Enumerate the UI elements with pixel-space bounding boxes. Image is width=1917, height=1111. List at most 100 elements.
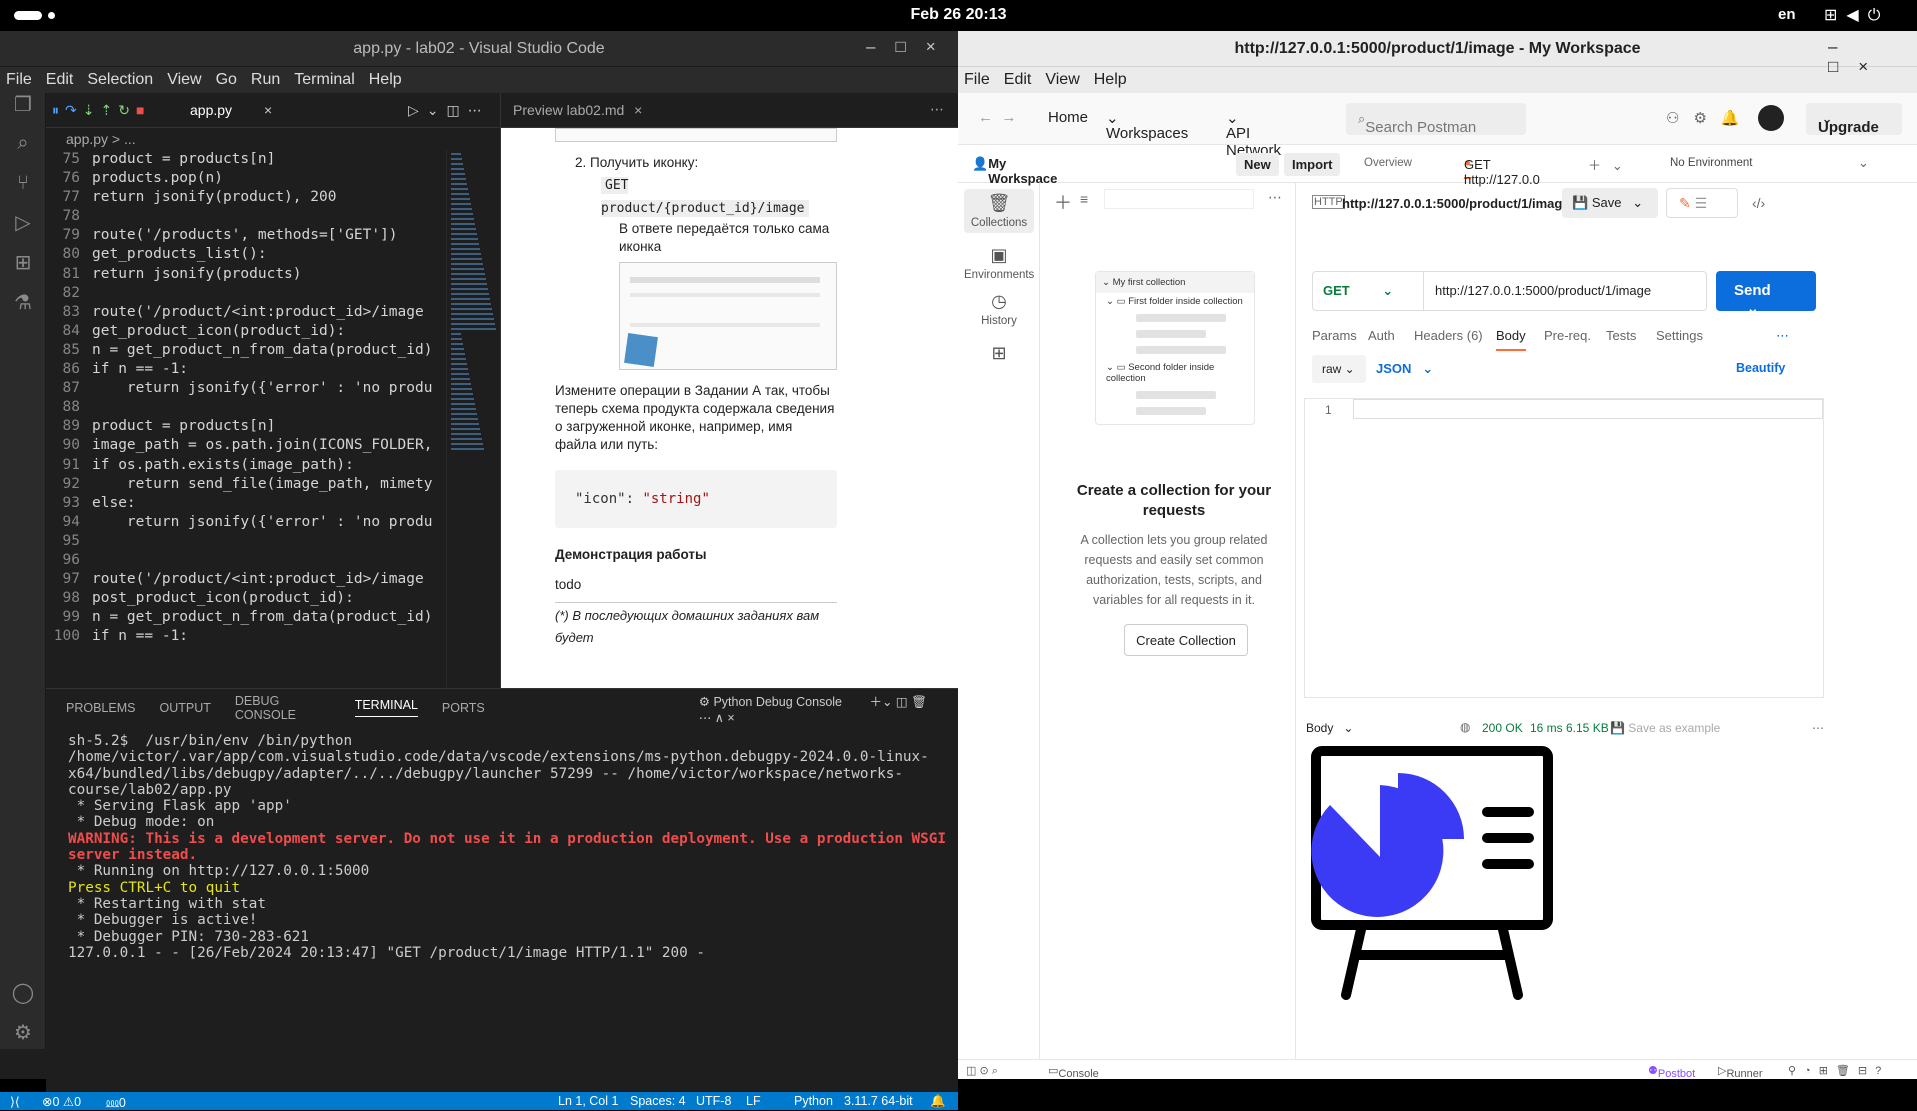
cursor-position[interactable]: Ln 1, Col 1: [558, 1094, 618, 1108]
footer-icons[interactable]: ◫ ⊙ ⌕: [966, 1064, 998, 1078]
testing-icon[interactable]: ⚗: [11, 291, 35, 315]
tab-request[interactable]: GET http://127.0.0 ●: [1464, 157, 1540, 187]
clock[interactable]: Feb 26 20:13: [0, 6, 1917, 24]
menu-go[interactable]: Go: [216, 71, 237, 89]
sidebar-item-collections[interactable]: 🗑 Collections: [964, 189, 1034, 233]
response-time[interactable]: 16 ms: [1530, 721, 1563, 735]
remote-icon[interactable]: ⟩⟨: [10, 1094, 20, 1109]
response-size[interactable]: 6.15 KB: [1566, 721, 1609, 735]
tab-headers[interactable]: Headers (6): [1414, 328, 1483, 343]
encoding[interactable]: UTF-8: [696, 1094, 731, 1108]
search-postman-input[interactable]: ⌕ Search Postman: [1346, 103, 1526, 136]
sidebar-item-environments[interactable]: ▣ Environments: [964, 245, 1034, 281]
search-icon[interactable]: ⌕: [11, 131, 35, 155]
tab-tests[interactable]: Tests: [1606, 328, 1636, 343]
more-actions-icon[interactable]: ⋯: [930, 101, 944, 118]
menu-edit[interactable]: Edit: [46, 71, 74, 89]
problems-count[interactable]: ⊗0 ⚠0: [42, 1094, 81, 1109]
env-dropdown-icon[interactable]: ⌄: [1858, 155, 1869, 171]
tab-prereq[interactable]: Pre-req.: [1544, 328, 1591, 343]
create-collection-button[interactable]: Create Collection: [1124, 624, 1248, 656]
explorer-icon[interactable]: ❐: [11, 93, 35, 117]
notifications-icon[interactable]: 🔔: [930, 1094, 946, 1109]
debug-toolbar[interactable]: ⏸↷⇣⇡↻■: [52, 102, 150, 119]
header-icons[interactable]: ⚇⚙🔔: [1666, 109, 1754, 127]
menu-help[interactable]: Help: [369, 71, 402, 89]
back-arrow-icon[interactable]: ← →: [978, 109, 1016, 126]
tab-output[interactable]: OUTPUT: [159, 701, 210, 715]
tab-auth[interactable]: Auth: [1368, 328, 1395, 343]
new-button[interactable]: New: [1236, 153, 1279, 176]
environment-selector[interactable]: No Environment: [1670, 157, 1752, 169]
more-tabs-icon[interactable]: ⋯: [1776, 328, 1789, 344]
close-preview-icon[interactable]: ×: [634, 102, 642, 118]
configure-icon[interactable]: ⊞: [964, 343, 1034, 367]
tab-settings[interactable]: Settings: [1656, 328, 1703, 343]
source-control-icon[interactable]: ⑂: [11, 171, 35, 195]
breadcrumb[interactable]: app.py > ...: [46, 128, 500, 150]
tab-debug-console[interactable]: DEBUG CONSOLE: [235, 694, 331, 722]
add-collection-icon[interactable]: ＋: [1054, 189, 1072, 215]
filter-icon[interactable]: ≡: [1080, 191, 1088, 207]
postbot-button[interactable]: ⚉ Postbot: [1648, 1064, 1695, 1080]
terminal-selector[interactable]: ⚙ Python Debug Console ＋⌄ ◫ 🗑 ⋯ ∧ ×: [699, 691, 934, 725]
tab-problems[interactable]: PROBLEMS: [66, 701, 135, 715]
method-select[interactable]: GET ⌄: [1323, 283, 1393, 299]
beautify-button[interactable]: Beautify: [1736, 361, 1785, 375]
pm-menu-file[interactable]: File: [964, 71, 990, 89]
editor-actions[interactable]: ▷⌄◫⋯: [408, 102, 490, 119]
import-button[interactable]: Import: [1284, 153, 1341, 176]
settings-gear-icon[interactable]: ⚙: [11, 1021, 35, 1045]
filter-input[interactable]: [1104, 189, 1254, 209]
ports-count[interactable]: ⅏0: [106, 1094, 126, 1111]
close-tab-icon[interactable]: ×: [264, 102, 272, 118]
language-mode[interactable]: Python: [794, 1094, 833, 1108]
nav-workspaces[interactable]: Workspaces ⌄: [1106, 109, 1188, 142]
tab-ports[interactable]: PORTS: [442, 701, 485, 715]
run-debug-icon[interactable]: ▷: [11, 211, 35, 235]
eol[interactable]: LF: [746, 1094, 761, 1108]
pm-menu-edit[interactable]: Edit: [1004, 71, 1032, 89]
menu-terminal[interactable]: Terminal: [294, 71, 354, 89]
tab-terminal[interactable]: TERMINAL: [354, 698, 418, 717]
response-body-select[interactable]: Body ⌄: [1306, 721, 1353, 735]
pm-menu-help[interactable]: Help: [1094, 71, 1127, 89]
tab-params[interactable]: Params: [1312, 328, 1357, 343]
pm-menu-view[interactable]: View: [1045, 71, 1079, 89]
tab-overview[interactable]: Overview: [1364, 157, 1412, 169]
sidebar-item-history[interactable]: ◷ History: [964, 291, 1034, 327]
pane-more-icon[interactable]: ⋯: [1268, 189, 1282, 206]
extensions-icon[interactable]: ⊞: [11, 251, 35, 275]
keyboard-layout[interactable]: en: [1778, 6, 1796, 23]
account-icon[interactable]: ◯: [11, 981, 35, 1005]
response-more-icon[interactable]: ⋯: [1812, 721, 1824, 735]
menu-selection[interactable]: Selection: [87, 71, 153, 89]
request-name[interactable]: http://127.0.0.1:5000/product/1/image: [1342, 196, 1570, 211]
minimap[interactable]: [446, 150, 500, 688]
menu-view[interactable]: View: [167, 71, 201, 89]
tab-app-py[interactable]: app.py ×: [176, 93, 286, 128]
preview-tab[interactable]: Preview lab02.md × ⋯: [501, 93, 958, 128]
body-type-select[interactable]: raw ⌄: [1312, 355, 1366, 383]
footer-right-icons[interactable]: ⚲◔⊞🗑⊟?: [1788, 1064, 1889, 1077]
url-input[interactable]: http://127.0.0.1:5000/product/1/image: [1435, 283, 1651, 298]
indentation[interactable]: Spaces: 4: [630, 1094, 686, 1108]
tab-body[interactable]: Body: [1496, 328, 1526, 351]
console-button[interactable]: ▭ Console: [1048, 1064, 1099, 1080]
nav-home[interactable]: Home: [1048, 109, 1088, 126]
postman-window-controls[interactable]: –□×: [1828, 37, 1917, 77]
system-tray[interactable]: ⊞◀⏻: [1824, 5, 1889, 25]
menu-file[interactable]: File: [6, 71, 32, 89]
code-editor[interactable]: 75 product = products[n] 76 products.pop(n)…: [46, 150, 446, 688]
interpreter-version[interactable]: 3.11.7 64-bit: [844, 1094, 913, 1108]
edit-icon[interactable]: ✎ ☰: [1666, 188, 1738, 218]
send-button[interactable]: Send ⌄: [1716, 271, 1816, 317]
terminal-output[interactable]: sh-5.2$ /usr/bin/env /bin/python /home/v…: [68, 733, 948, 961]
avatar[interactable]: [1758, 105, 1784, 131]
save-as-example[interactable]: 💾 Save as example: [1610, 721, 1720, 735]
workspace-name[interactable]: 👤 My Workspace: [972, 156, 1057, 186]
response-status[interactable]: 200 OK: [1482, 721, 1523, 735]
body-editor[interactable]: 1: [1304, 398, 1824, 698]
runner-button[interactable]: ▷ Runner: [1718, 1064, 1763, 1080]
body-format-select[interactable]: JSON ⌄: [1376, 361, 1433, 377]
